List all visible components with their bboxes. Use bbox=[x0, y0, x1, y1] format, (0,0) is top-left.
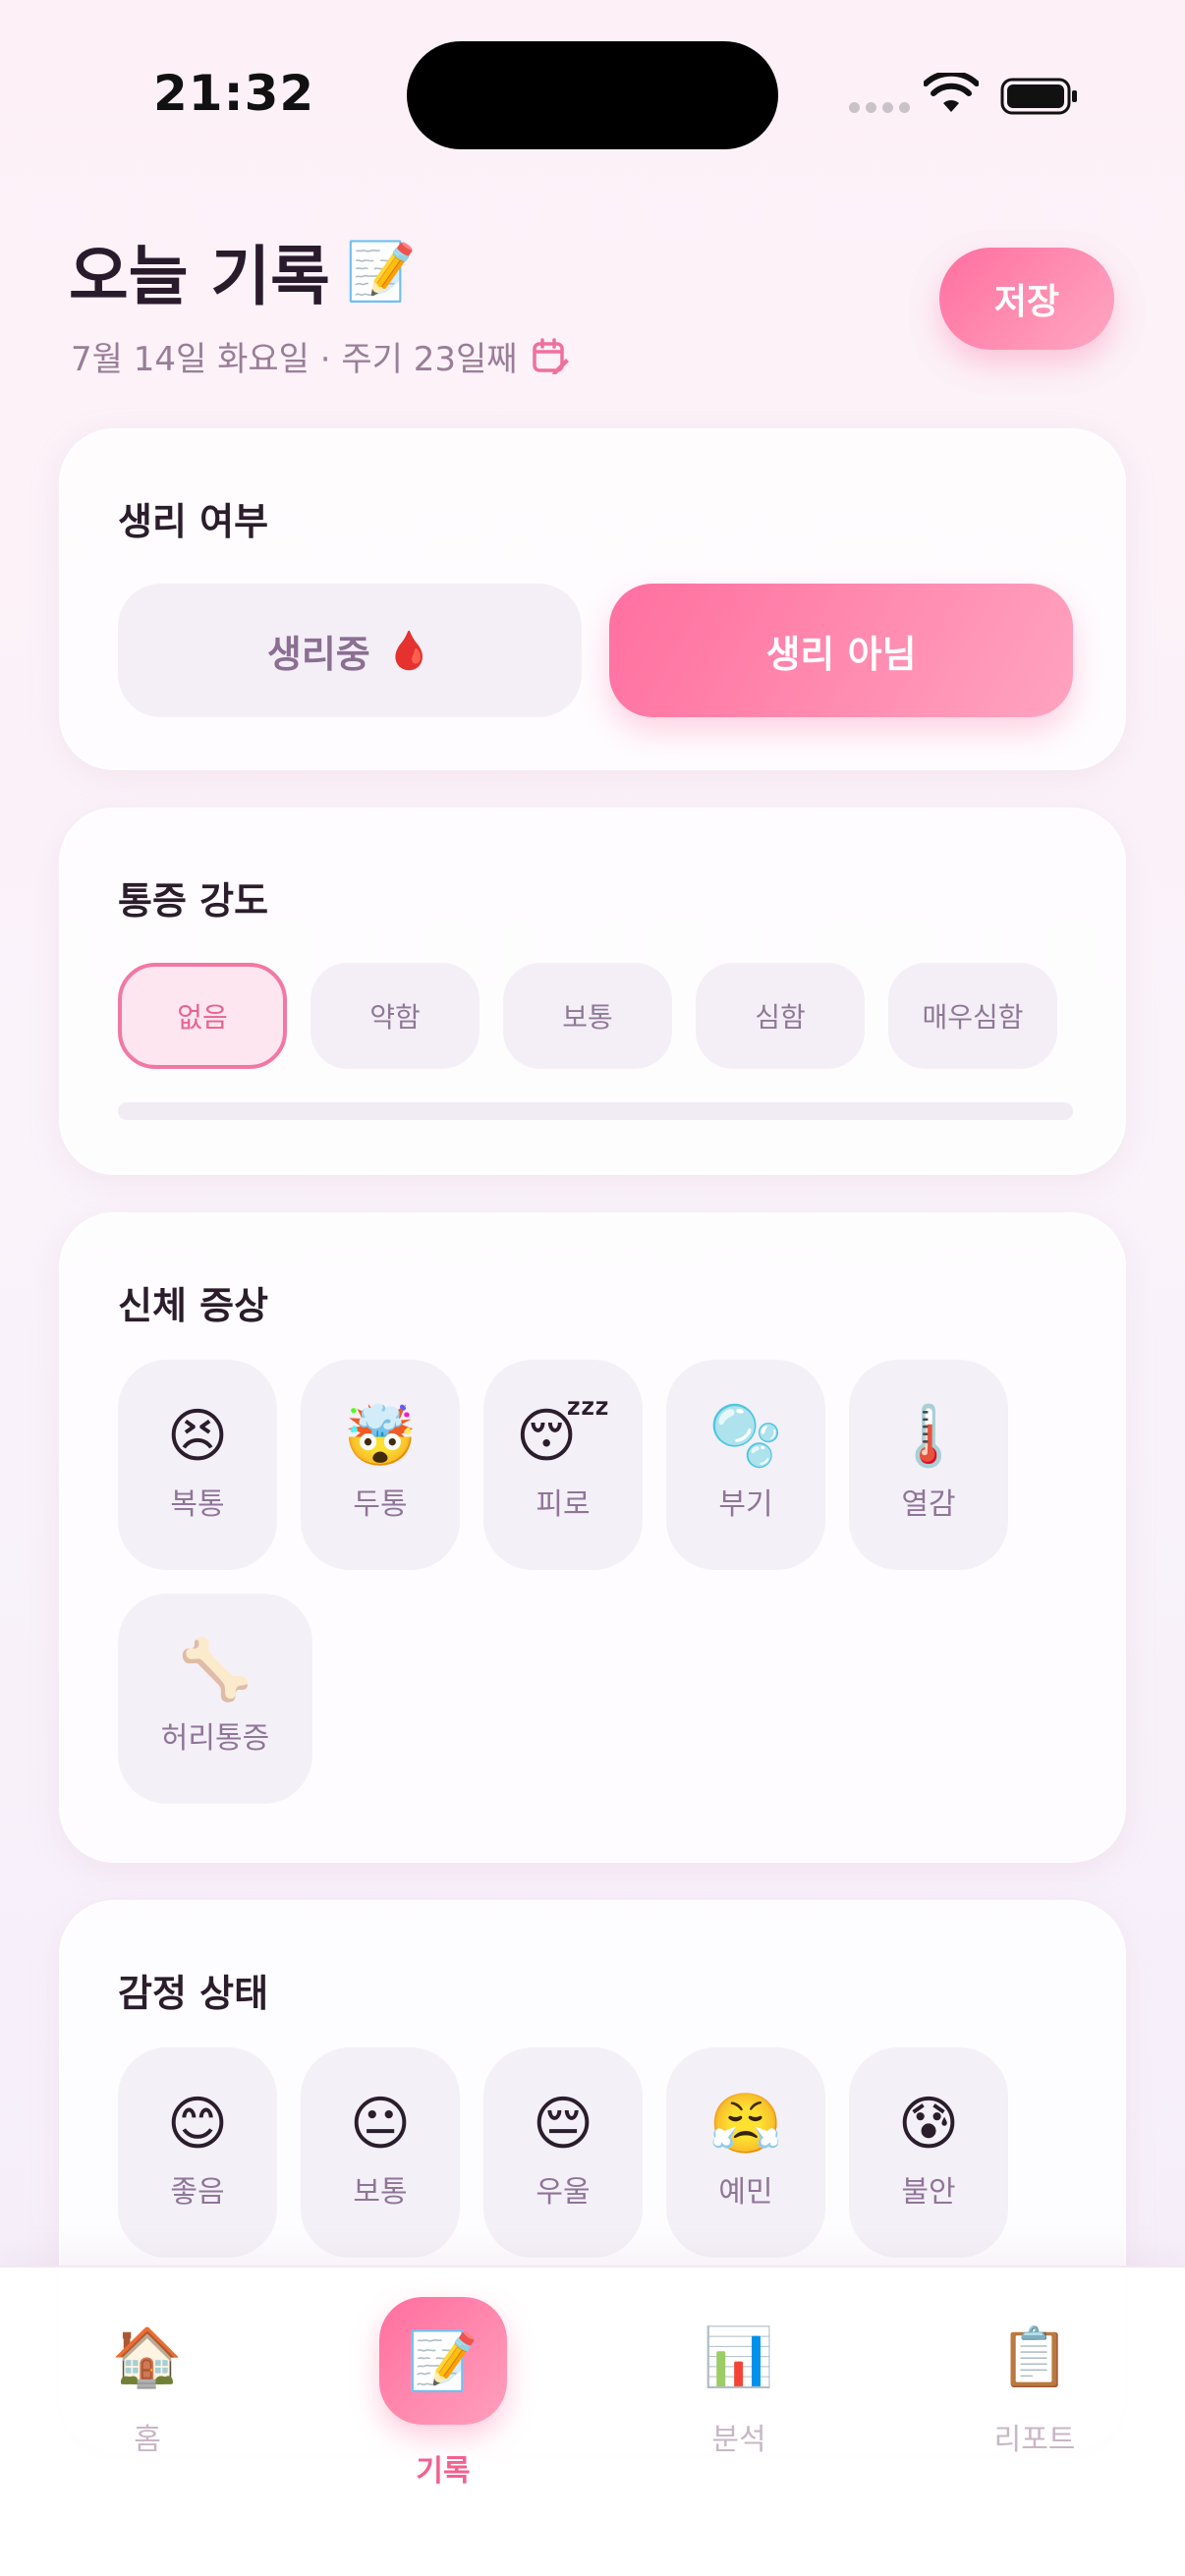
battery-icon bbox=[1000, 78, 1077, 115]
bone-icon: 🦴 bbox=[178, 1636, 253, 1705]
pain-level-bar bbox=[118, 1102, 1073, 1120]
page-title: 오늘 기록 📝 bbox=[69, 224, 417, 318]
sleeping-face-icon: 😴 bbox=[515, 1402, 611, 1471]
nav-label: 분석 bbox=[711, 2423, 766, 2457]
nav-report[interactable]: 📋 리포트 bbox=[936, 2268, 1133, 2503]
period-on-label: 생리중 bbox=[266, 632, 370, 676]
nav-label: 기록 bbox=[416, 2454, 471, 2489]
persevering-face-icon: 😣 bbox=[166, 1402, 229, 1471]
period-off-button[interactable]: 생리 아님 bbox=[609, 584, 1073, 717]
status-time: 21:32 bbox=[153, 65, 315, 122]
nav-label: 홈 bbox=[134, 2423, 161, 2457]
symptom-label: 두통 bbox=[353, 1487, 408, 1522]
thermometer-icon: 🌡️ bbox=[891, 1402, 966, 1471]
steaming-face-icon: 😤 bbox=[708, 2090, 783, 2158]
blood-drop-icon: 🩸 bbox=[385, 628, 433, 672]
symptom-grid: 😣 복통 🤯 두통 😴 피로 🫧 부기 🌡️ 열감 🦴 허리통증 bbox=[118, 1360, 1081, 1804]
bubbles-icon: 🫧 bbox=[708, 1402, 783, 1471]
nav-home[interactable]: 🏠 홈 bbox=[49, 2268, 246, 2503]
nav-record[interactable]: 📝 기록 bbox=[345, 2268, 541, 2503]
mood-depressed[interactable]: 😔 우울 bbox=[483, 2047, 643, 2258]
save-button[interactable]: 저장 bbox=[939, 248, 1114, 350]
pain-level-moderate[interactable]: 보통 bbox=[503, 963, 672, 1069]
neutral-face-icon: 😐 bbox=[349, 2090, 412, 2158]
page-title-text: 오늘 기록 bbox=[69, 239, 330, 314]
mood-neutral[interactable]: 😐 보통 bbox=[301, 2047, 460, 2258]
status-bar: 21:32 bbox=[0, 0, 1185, 196]
pain-level-very-severe[interactable]: 매우심함 bbox=[888, 963, 1057, 1069]
pain-card-title: 통증 강도 bbox=[118, 879, 269, 923]
pain-level-options: 없음 약함 보통 심함 매우심함 bbox=[118, 963, 1057, 1069]
symptom-label: 열감 bbox=[901, 1487, 956, 1522]
symptom-label: 부기 bbox=[718, 1487, 773, 1522]
period-card-title: 생리 여부 bbox=[118, 500, 269, 543]
date-cycle-text: 7월 14일 화요일 · 주기 23일째 bbox=[71, 340, 518, 379]
symptom-bloating[interactable]: 🫧 부기 bbox=[666, 1360, 825, 1570]
memo-icon: 📝 bbox=[379, 2297, 507, 2425]
mood-label: 우울 bbox=[536, 2175, 591, 2210]
mood-label: 보통 bbox=[353, 2175, 408, 2210]
page-subtitle: 7월 14일 화요일 · 주기 23일째 bbox=[71, 332, 569, 380]
symptom-label: 피로 bbox=[536, 1487, 591, 1522]
mood-grid: 😊 좋음 😐 보통 😔 우울 😤 예민 😰 불안 bbox=[118, 2047, 1081, 2258]
bottom-nav: 🏠 홈 📝 기록 📊 분석 📋 리포트 bbox=[0, 2266, 1185, 2576]
exploding-head-icon: 🤯 bbox=[343, 1402, 418, 1471]
nav-analysis[interactable]: 📊 분석 bbox=[641, 2268, 837, 2503]
mood-label: 좋음 bbox=[170, 2175, 225, 2210]
period-on-button[interactable]: 생리중 🩸 bbox=[118, 584, 582, 717]
symptom-headache[interactable]: 🤯 두통 bbox=[301, 1360, 460, 1570]
house-icon: 🏠 bbox=[111, 2324, 184, 2390]
anxious-face-icon: 😰 bbox=[897, 2090, 960, 2158]
symptom-label: 복통 bbox=[170, 1487, 225, 1522]
symptom-label: 허리통증 bbox=[160, 1721, 270, 1756]
period-card: 생리 여부 생리중 🩸 생리 아님 bbox=[59, 428, 1126, 770]
period-off-label: 생리 아님 bbox=[765, 632, 917, 676]
pain-card: 통증 강도 없음 약함 보통 심함 매우심함 bbox=[59, 808, 1126, 1175]
pain-level-severe[interactable]: 심함 bbox=[696, 963, 865, 1069]
symptom-back-pain[interactable]: 🦴 허리통증 bbox=[118, 1594, 312, 1804]
dynamic-island bbox=[407, 41, 778, 149]
pain-level-mild[interactable]: 약함 bbox=[310, 963, 480, 1069]
pain-level-none[interactable]: 없음 bbox=[118, 963, 287, 1069]
symptom-cramps[interactable]: 😣 복통 bbox=[118, 1360, 277, 1570]
memo-icon: 📝 bbox=[345, 237, 418, 305]
pensive-face-icon: 😔 bbox=[532, 2090, 594, 2158]
symptom-card-title: 신체 증상 bbox=[118, 1284, 269, 1327]
symptom-card: 신체 증상 😣 복통 🤯 두통 😴 피로 🫧 부기 🌡️ 열감 🦴 허리통증 bbox=[59, 1212, 1126, 1863]
mood-label: 불안 bbox=[901, 2175, 956, 2210]
mood-label: 예민 bbox=[718, 2175, 773, 2210]
mood-good[interactable]: 😊 좋음 bbox=[118, 2047, 277, 2258]
smiling-face-icon: 😊 bbox=[166, 2090, 229, 2158]
clipboard-icon: 📋 bbox=[998, 2324, 1071, 2390]
mood-anxious[interactable]: 😰 불안 bbox=[849, 2047, 1008, 2258]
mood-card-title: 감정 상태 bbox=[118, 1972, 269, 2015]
nav-label: 리포트 bbox=[993, 2423, 1076, 2457]
cellular-signal-icon bbox=[849, 102, 910, 113]
calendar-edit-icon[interactable] bbox=[532, 337, 569, 375]
symptom-fatigue[interactable]: 😴 피로 bbox=[483, 1360, 643, 1570]
bar-chart-icon: 📊 bbox=[703, 2324, 775, 2390]
wifi-icon bbox=[924, 73, 979, 112]
mood-irritable[interactable]: 😤 예민 bbox=[666, 2047, 825, 2258]
symptom-fever[interactable]: 🌡️ 열감 bbox=[849, 1360, 1008, 1570]
